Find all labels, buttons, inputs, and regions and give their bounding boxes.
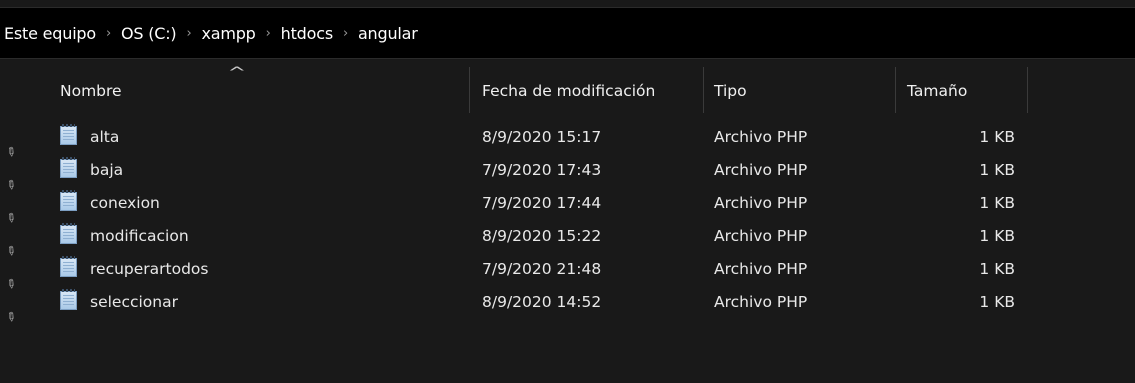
- file-type: Archivo PHP: [714, 293, 808, 311]
- table-row[interactable]: seleccionar 8/9/2020 14:52 Archivo PHP 1…: [44, 287, 1135, 320]
- file-size: 1 KB: [979, 293, 1015, 311]
- column-headers: ^ Nombre Fecha de modificación Tipo Tama…: [44, 59, 1135, 123]
- php-file-icon: [60, 190, 77, 211]
- column-header-fecha[interactable]: Fecha de modificación: [482, 82, 655, 100]
- table-row[interactable]: alta 8/9/2020 15:17 Archivo PHP 1 KB: [44, 122, 1135, 155]
- file-name: recuperartodos: [90, 260, 209, 278]
- column-divider[interactable]: [703, 67, 704, 113]
- file-date: 7/9/2020 21:48: [482, 260, 602, 278]
- php-file-icon: [60, 124, 77, 145]
- file-size: 1 KB: [979, 194, 1015, 212]
- column-header-tamano[interactable]: Tamaño: [907, 82, 967, 100]
- file-type: Archivo PHP: [714, 227, 808, 245]
- file-size: 1 KB: [979, 128, 1015, 146]
- breadcrumb-htdocs[interactable]: htdocs: [281, 24, 333, 43]
- file-type: Archivo PHP: [714, 194, 808, 212]
- file-type: Archivo PHP: [714, 128, 808, 146]
- breadcrumb-xampp[interactable]: xampp: [201, 24, 255, 43]
- pin-icon[interactable]: ✎: [3, 176, 20, 193]
- window-top-strip: [0, 0, 1135, 7]
- file-date: 7/9/2020 17:44: [482, 194, 602, 212]
- file-date: 7/9/2020 17:43: [482, 161, 602, 179]
- breadcrumb-angular[interactable]: angular: [358, 24, 418, 43]
- file-name: alta: [90, 128, 120, 146]
- navigation-pane[interactable]: ✎ ✎ ✎ ✎ ✎ ✎: [0, 59, 44, 383]
- chevron-right-icon[interactable]: ›: [343, 26, 348, 41]
- column-header-tipo[interactable]: Tipo: [714, 82, 747, 100]
- php-file-icon: [60, 256, 77, 277]
- chevron-right-icon[interactable]: ›: [266, 26, 271, 41]
- pin-icon[interactable]: ✎: [3, 143, 20, 160]
- chevron-right-icon[interactable]: ›: [106, 26, 111, 41]
- file-date: 8/9/2020 15:22: [482, 227, 602, 245]
- file-date: 8/9/2020 14:52: [482, 293, 602, 311]
- address-bar[interactable]: Este equipo › OS (C:) › xampp › htdocs ›…: [0, 7, 1135, 59]
- file-name: baja: [90, 161, 124, 179]
- file-size: 1 KB: [979, 227, 1015, 245]
- file-type: Archivo PHP: [714, 161, 808, 179]
- pin-icon[interactable]: ✎: [3, 308, 20, 325]
- column-header-nombre[interactable]: Nombre: [60, 82, 122, 100]
- table-row[interactable]: baja 7/9/2020 17:43 Archivo PHP 1 KB: [44, 155, 1135, 188]
- table-row[interactable]: modificacion 8/9/2020 15:22 Archivo PHP …: [44, 221, 1135, 254]
- column-divider[interactable]: [895, 67, 896, 113]
- column-divider[interactable]: [1027, 67, 1028, 113]
- table-row[interactable]: conexion 7/9/2020 17:44 Archivo PHP 1 KB: [44, 188, 1135, 221]
- file-name: conexion: [90, 194, 160, 212]
- pin-icon[interactable]: ✎: [3, 242, 20, 259]
- file-name: seleccionar: [90, 293, 178, 311]
- table-row[interactable]: recuperartodos 7/9/2020 21:48 Archivo PH…: [44, 254, 1135, 287]
- breadcrumb-este-equipo[interactable]: Este equipo: [4, 24, 96, 43]
- file-size: 1 KB: [979, 260, 1015, 278]
- file-name: modificacion: [90, 227, 189, 245]
- pin-icon[interactable]: ✎: [3, 209, 20, 226]
- php-file-icon: [60, 223, 77, 244]
- file-type: Archivo PHP: [714, 260, 808, 278]
- php-file-icon: [60, 157, 77, 178]
- file-date: 8/9/2020 15:17: [482, 128, 602, 146]
- php-file-icon: [60, 289, 77, 310]
- chevron-right-icon[interactable]: ›: [186, 26, 191, 41]
- pin-icon[interactable]: ✎: [3, 275, 20, 292]
- column-divider[interactable]: [469, 67, 470, 113]
- sort-ascending-icon: ^: [227, 65, 247, 81]
- breadcrumb-os-c[interactable]: OS (C:): [121, 24, 177, 43]
- file-list[interactable]: ^ Nombre Fecha de modificación Tipo Tama…: [44, 59, 1135, 383]
- file-size: 1 KB: [979, 161, 1015, 179]
